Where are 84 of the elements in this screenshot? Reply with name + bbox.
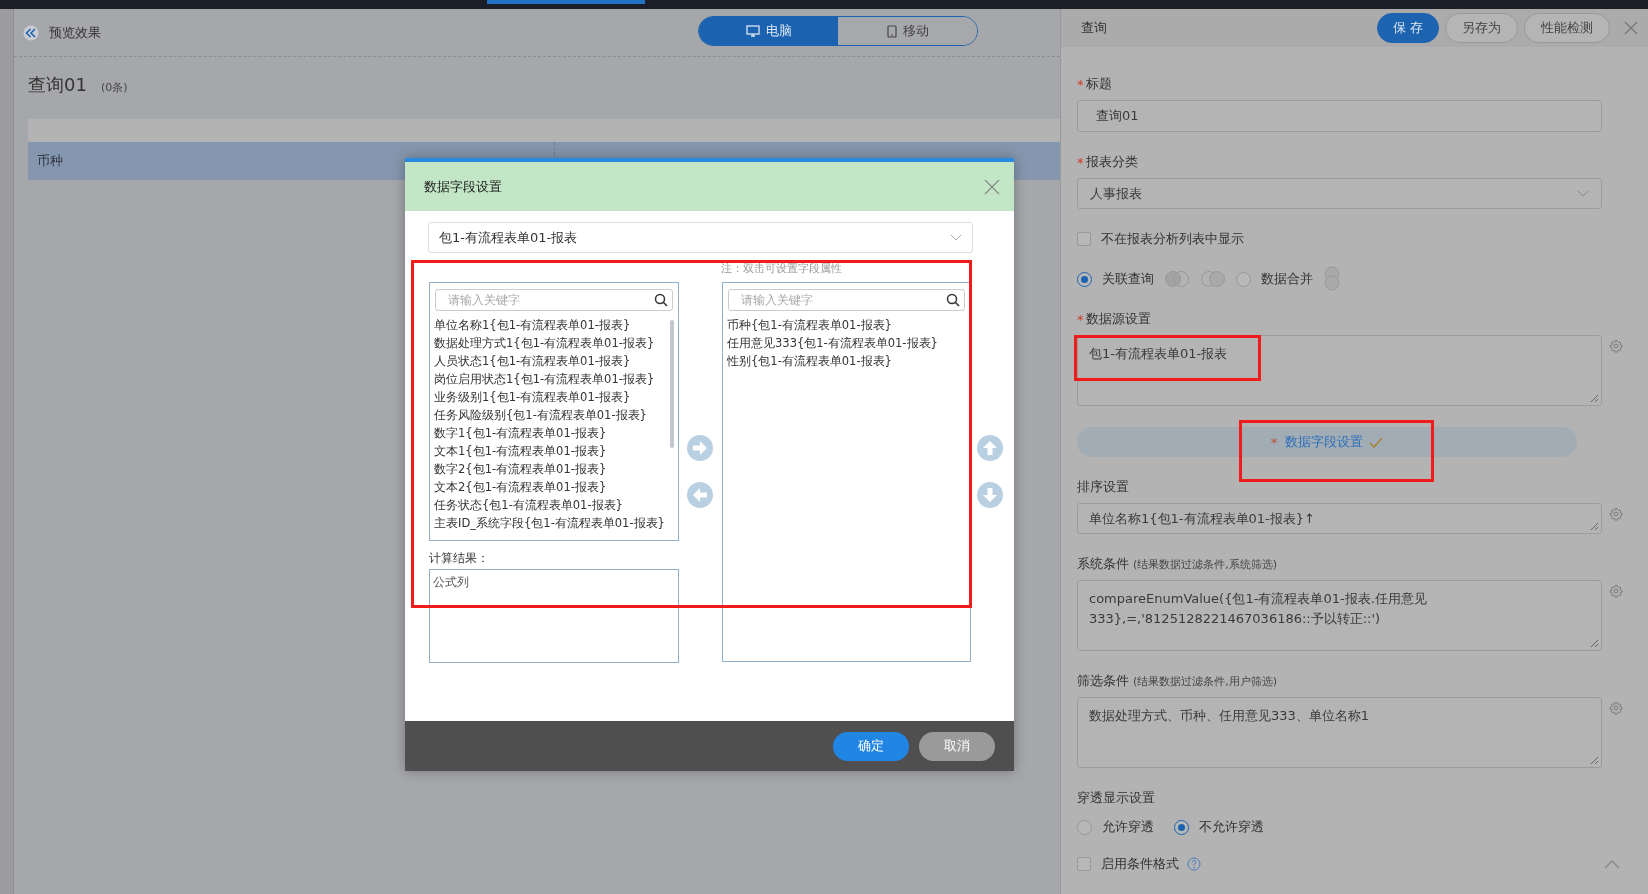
field-item[interactable]: 岗位启用状态1{包1-有流程表单01-报表} — [434, 370, 674, 388]
field-item[interactable]: 业务级别1{包1-有流程表单01-报表} — [434, 388, 674, 406]
phone-icon — [886, 24, 897, 38]
field-label: 穿透显示设置 — [1077, 789, 1155, 807]
field-item[interactable]: 数字1{包1-有流程表单01-报表} — [434, 424, 674, 442]
text-area[interactable]: compareEnumValue({包1-有流程表单01-报表.任用意见333},=,'8125128221467036186::予以转正::') — [1077, 580, 1602, 651]
panel-button[interactable]: 另存为 — [1445, 13, 1518, 43]
resize-handle-icon[interactable] — [1590, 394, 1599, 403]
calc-label: 计算结果： — [429, 550, 490, 565]
radio-label: 不允许穿透 — [1199, 818, 1264, 836]
collapse-icon[interactable] — [23, 24, 39, 41]
field-label: 标题 — [1085, 75, 1112, 93]
radio-label: 允许穿透 — [1102, 818, 1154, 836]
field-label: 排序设置 — [1077, 478, 1129, 496]
field-hint: (结果数据过滤条件,系统筛选) — [1133, 556, 1278, 572]
field-item[interactable]: 单位名称1{包1-有流程表单01-报表} — [434, 316, 674, 334]
field-label: 报表分类 — [1085, 153, 1138, 171]
settings-icon[interactable] — [1609, 507, 1623, 521]
required-mark: * — [1077, 311, 1084, 327]
search-icon[interactable] — [946, 293, 960, 307]
field-item[interactable]: 数字2{包1-有流程表单01-报表} — [434, 460, 674, 478]
dropdown-icon[interactable] — [950, 233, 962, 242]
preview-title: 预览效果 — [49, 23, 101, 42]
collapse-icon[interactable] — [1604, 859, 1620, 869]
required-mark: * — [1077, 76, 1084, 92]
resize-handle-icon[interactable] — [1590, 639, 1599, 648]
settings-icon[interactable] — [1609, 701, 1623, 715]
field-label: 数据源设置 — [1085, 310, 1151, 328]
field-item[interactable]: 文本2{包1-有流程表单01-报表} — [434, 478, 674, 496]
monitor-icon — [745, 25, 760, 37]
field-item[interactable]: 任用意见333{包1-有流程表单01-报表} — [727, 334, 966, 352]
field-item[interactable]: 数据处理方式1{包1-有流程表单01-报表} — [434, 334, 674, 352]
dialog-title: 数据字段设置 — [424, 177, 502, 196]
field-item[interactable]: 任务状态{包1-有流程表单01-报表} — [434, 496, 674, 514]
text-area[interactable]: 单位名称1{包1-有流程表单01-报表}↑ — [1077, 503, 1602, 534]
panel-title: 查询 — [1081, 19, 1108, 37]
field-item[interactable]: 主表ID_系统字段{包1-有流程表单01-报表} — [434, 514, 674, 532]
field-item[interactable]: 人员状态1{包1-有流程表单01-报表} — [434, 352, 674, 370]
field-label: 筛选条件 — [1077, 672, 1129, 690]
radio-button[interactable] — [1077, 271, 1092, 287]
radio-button[interactable] — [1174, 819, 1189, 835]
radio-button[interactable] — [1236, 271, 1251, 287]
close-icon[interactable] — [984, 178, 1000, 195]
text-area[interactable]: 数据处理方式、币种、任用意见333、单位名称1 — [1077, 697, 1602, 768]
hint-text: 注：双击可设置字段属性 — [721, 261, 843, 277]
checkbox[interactable] — [1077, 232, 1091, 246]
radio-button[interactable] — [1077, 819, 1092, 835]
dropdown-icon[interactable] — [1577, 189, 1589, 198]
panel-button[interactable]: 性能检测 — [1524, 13, 1610, 43]
join-icon[interactable] — [1200, 270, 1226, 288]
help-icon[interactable] — [1187, 857, 1201, 871]
field-item[interactable]: 任务风险级别{包1-有流程表单01-报表} — [434, 406, 674, 424]
merge-icon[interactable] — [1323, 266, 1341, 292]
field-item[interactable]: 文本1{包1-有流程表单01-报表} — [434, 442, 674, 460]
settings-icon[interactable] — [1609, 584, 1623, 598]
view-tab[interactable]: 电脑 — [699, 17, 838, 45]
checkbox[interactable] — [1077, 857, 1091, 871]
radio-label: 数据合并 — [1261, 270, 1313, 288]
search-field[interactable]: 请输入关键字 — [728, 289, 965, 311]
close-icon[interactable] — [1624, 21, 1638, 35]
record-count: (0条) — [100, 80, 128, 95]
checkbox-label: 不在报表分析列表中显示 — [1101, 230, 1244, 248]
join-icon[interactable] — [1164, 270, 1190, 288]
settings-icon[interactable] — [1609, 339, 1623, 353]
panel-button[interactable]: 保 存 — [1376, 13, 1439, 43]
dialog-button[interactable]: 确定 — [833, 731, 909, 761]
field-item[interactable]: 币种{包1-有流程表单01-报表} — [727, 316, 966, 334]
radio-label: 关联查询 — [1102, 270, 1154, 288]
search-field[interactable]: 请输入关键字 — [435, 289, 673, 311]
field-label: 系统条件 — [1077, 555, 1129, 573]
resize-handle-icon[interactable] — [1590, 756, 1599, 765]
scrollbar[interactable] — [670, 320, 674, 448]
text-area[interactable]: 包1-有流程表单01-报表 — [1077, 335, 1602, 406]
field-hint: (结果数据过滤条件,用户筛选) — [1133, 673, 1278, 689]
source-select[interactable]: 包1-有流程表单01-报表 — [428, 222, 973, 253]
formula-box[interactable]: 公式列 — [429, 569, 679, 663]
required-mark: * — [1077, 154, 1084, 170]
title-input[interactable]: 查询01 — [1077, 100, 1602, 132]
search-icon[interactable] — [654, 293, 668, 307]
field-item[interactable]: 性别{包1-有流程表单01-报表} — [727, 352, 966, 370]
query-title: 查询01 — [28, 73, 87, 97]
category-select[interactable]: 人事报表 — [1077, 178, 1602, 209]
resize-handle-icon[interactable] — [1590, 522, 1599, 531]
checkbox-label: 启用条件格式 — [1101, 855, 1179, 873]
